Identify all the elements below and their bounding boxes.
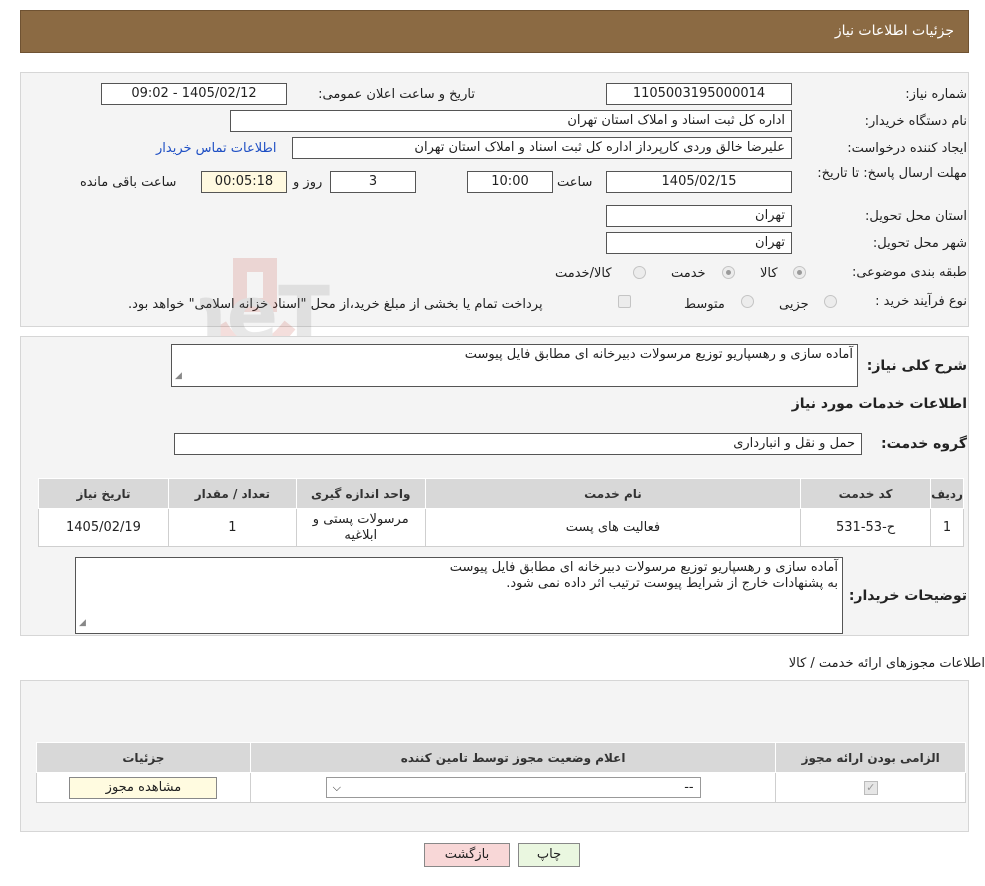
need-number-label: شماره نیاز:	[905, 87, 967, 102]
cell-unit: مرسولات پستی و ابلاغیه	[295, 508, 426, 547]
view-license-button[interactable]: مشاهده مجوز	[69, 776, 218, 799]
province-field: تهران	[606, 205, 792, 227]
purchase-option-medium: متوسط	[684, 297, 725, 312]
category-radio-goods-service[interactable]	[633, 266, 646, 279]
buyer-label: نام دستگاه خریدار:	[864, 114, 967, 129]
creator-field: علیرضا خالق وردی کارپرداز اداره کل ثبت ا…	[292, 137, 792, 159]
creator-label: ایجاد کننده درخواست:	[847, 141, 967, 156]
treasury-checkbox[interactable]	[618, 295, 631, 308]
col-name: نام خدمت	[424, 478, 802, 509]
notes-line-1: آماده سازی و رهسپاریو توزیع مرسولات دبیر…	[449, 560, 838, 575]
deadline-date-field: 1405/02/15	[606, 171, 792, 193]
col-license-required: الزامی بودن ارائه مجوز	[775, 742, 966, 773]
days-field: 3	[330, 171, 416, 193]
col-code: کد خدمت	[800, 478, 932, 509]
purchase-type-label: نوع فرآیند خرید :	[875, 294, 967, 309]
license-status-value: --	[684, 780, 694, 795]
summary-text: آماده سازی و رهسپاریو توزیع مرسولات دبیر…	[464, 347, 853, 362]
resize-grip-icon[interactable]: ◢	[175, 368, 182, 384]
remaining-time-field: 00:05:18	[201, 171, 287, 193]
notes-line-2: به پشنهادات خارج از شرایط پیوست ترتیب اث…	[506, 576, 838, 591]
col-unit: واحد اندازه گیری	[295, 478, 426, 509]
page-title: جزئیات اطلاعات نیاز	[834, 23, 954, 39]
licenses-heading: اطلاعات مجوزهای ارائه خدمت / کالا	[788, 656, 985, 671]
cell-code: ح-53-531	[800, 508, 932, 547]
back-button[interactable]: بازگشت	[424, 843, 510, 867]
col-date: تاریخ نیاز	[38, 478, 169, 509]
col-license-status: اعلام وضعیت مجوز توسط تامین کننده	[249, 742, 777, 773]
purchase-radio-medium[interactable]	[741, 295, 754, 308]
services-heading: اطلاعات خدمات مورد نیاز	[791, 396, 967, 412]
buyer-contact-link[interactable]: اطلاعات تماس خریدار	[156, 141, 276, 156]
chevron-down-icon: ⌵	[332, 781, 341, 794]
purchase-radio-minor[interactable]	[824, 295, 837, 308]
cell-license-required: ✓	[775, 772, 966, 803]
announce-label: تاریخ و ساعت اعلان عمومی:	[318, 87, 475, 102]
deadline-time-label: ساعت	[557, 175, 593, 190]
purchase-option-minor: جزیی	[779, 297, 809, 312]
service-group-label: گروه خدمت:	[881, 436, 967, 452]
days-label: روز و	[293, 175, 323, 190]
services-table: ردیف کد خدمت نام خدمت واحد اندازه گیری ت…	[38, 478, 964, 547]
licenses-table: الزامی بودن ارائه مجوز اعلام وضعیت مجوز …	[36, 742, 966, 803]
cell-license-status: -- ⌵	[249, 772, 777, 803]
summary-label: شرح کلی نیاز:	[866, 358, 967, 374]
cell-date: 1405/02/19	[38, 508, 169, 547]
page-header: جزئیات اطلاعات نیاز	[20, 10, 969, 53]
category-option-goods: کالا	[760, 266, 778, 281]
resize-grip-icon[interactable]: ◢	[79, 615, 86, 631]
table-row: ✓ -- ⌵ مشاهده مجوز	[36, 772, 966, 803]
notes-textarea[interactable]: آماده سازی و رهسپاریو توزیع مرسولات دبیر…	[75, 557, 843, 634]
province-label: استان محل تحویل:	[865, 209, 967, 224]
cell-license-details: مشاهده مجوز	[36, 772, 251, 803]
category-option-goods-service: کالا/خدمت	[555, 266, 612, 281]
category-radio-goods[interactable]	[793, 266, 806, 279]
col-qty: تعداد / مقدار	[167, 478, 297, 509]
license-required-checkbox: ✓	[863, 781, 878, 795]
need-number-field: 1105003195000014	[606, 83, 792, 105]
deadline-label: مهلت ارسال پاسخ: تا تاریخ:	[817, 166, 967, 181]
service-group-field: حمل و نقل و انبارداری	[174, 433, 862, 455]
print-button[interactable]: چاپ	[518, 843, 580, 867]
remaining-label: ساعت باقی مانده	[80, 175, 177, 190]
category-label: طبقه بندی موضوعی:	[851, 265, 967, 280]
buyer-field: اداره کل ثبت اسناد و املاک استان تهران	[230, 110, 792, 132]
cell-row: 1	[930, 508, 964, 547]
notes-label: توضیحات خریدار:	[848, 588, 967, 604]
summary-textarea[interactable]: آماده سازی و رهسپاریو توزیع مرسولات دبیر…	[171, 344, 858, 387]
license-status-select[interactable]: -- ⌵	[325, 777, 701, 798]
announce-field: 1405/02/12 - 09:02	[101, 83, 287, 105]
col-license-details: جزئیات	[36, 742, 251, 773]
cell-qty: 1	[167, 508, 297, 547]
table-row: 1 ح-53-531 فعالیت های پست مرسولات پستی و…	[38, 508, 964, 547]
category-option-service: خدمت	[671, 266, 706, 281]
col-row: ردیف	[930, 478, 964, 509]
city-field: تهران	[606, 232, 792, 254]
category-radio-service[interactable]	[722, 266, 735, 279]
city-label: شهر محل تحویل:	[872, 236, 967, 251]
deadline-time-field: 10:00	[467, 171, 553, 193]
cell-name: فعالیت های پست	[424, 508, 802, 547]
purchase-note: پرداخت تمام یا بخشی از مبلغ خرید،از محل …	[128, 297, 543, 312]
